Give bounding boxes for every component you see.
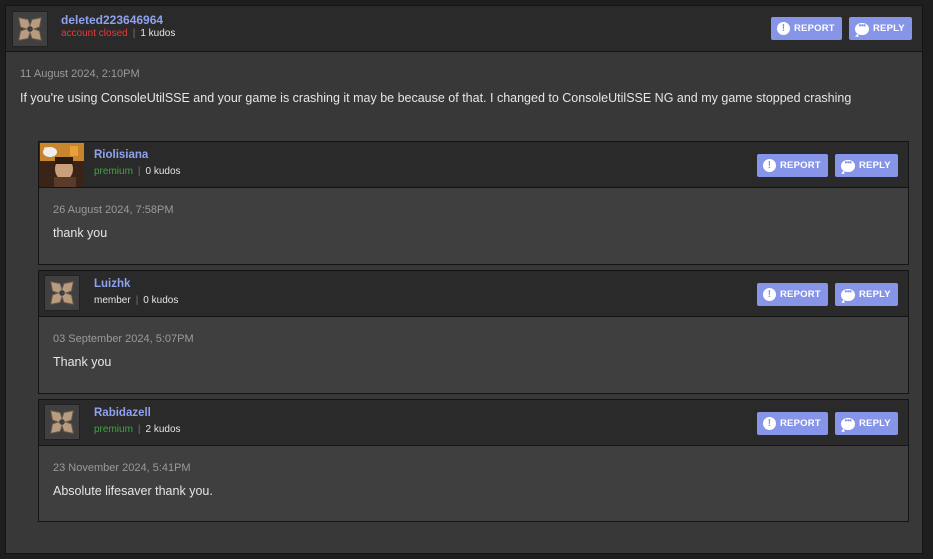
report-button[interactable]: ! REPORT [771, 17, 842, 40]
user-meta: member | 0 kudos [94, 295, 178, 306]
reply-date: 26 August 2024, 7:58PM [53, 204, 174, 216]
username-link[interactable]: Rabidazell [94, 407, 151, 419]
report-button[interactable]: ! REPORT [757, 283, 828, 306]
meta-separator: | [132, 28, 136, 39]
reply-date: 03 September 2024, 5:07PM [53, 333, 194, 345]
chat-bubble-icon [841, 158, 855, 172]
reply-comment: Riolisiana premium | 0 kudos ! REPORT REPL… [38, 141, 909, 265]
user-meta: premium | 2 kudos [94, 424, 181, 435]
chat-bubble-icon [841, 287, 855, 301]
kudos-count: 0 kudos [145, 166, 181, 177]
kudos-count: 0 kudos [143, 295, 179, 306]
reply-comment: Rabidazell premium | 2 kudos ! REPORT REPL… [38, 399, 909, 522]
report-button[interactable]: ! REPORT [757, 412, 828, 435]
reply-button[interactable]: REPLY [835, 154, 898, 177]
report-label: REPORT [794, 23, 835, 34]
meta-separator: | [137, 424, 141, 435]
report-label: REPORT [780, 418, 821, 429]
meta-separator: | [137, 166, 141, 177]
meta-separator: | [135, 295, 139, 306]
reply-body: thank you [53, 226, 108, 240]
account-status: member [94, 295, 131, 306]
reply-header: Luizhk member | 0 kudos ! REPORT REPLY [39, 271, 908, 317]
reply-date: 23 November 2024, 5:41PM [53, 462, 191, 474]
reply-header: Rabidazell premium | 2 kudos ! REPORT REPL… [39, 400, 908, 446]
reply-label: REPLY [873, 23, 905, 34]
post-body: If you're using ConsoleUtilSSE and your … [20, 91, 852, 105]
report-button[interactable]: ! REPORT [757, 154, 828, 177]
exclamation-icon: ! [763, 288, 776, 301]
account-status: premium [94, 424, 133, 435]
reply-comment: Luizhk member | 0 kudos ! REPORT REPLY 03 … [38, 270, 909, 394]
main-post-header: deleted223646964 account closed | 1 kudos … [6, 6, 922, 52]
username-link[interactable]: deleted223646964 [61, 13, 163, 27]
reply-button[interactable]: REPLY [835, 412, 898, 435]
reply-label: REPLY [859, 418, 891, 429]
reply-body: Thank you [53, 355, 112, 369]
exclamation-icon: ! [763, 417, 776, 430]
kudos-count: 2 kudos [145, 424, 181, 435]
kudos-count: 1 kudos [140, 28, 176, 39]
report-label: REPORT [780, 289, 821, 300]
default-avatar-icon[interactable] [12, 11, 48, 47]
chat-bubble-icon [841, 416, 855, 430]
reply-button[interactable]: REPLY [835, 283, 898, 306]
account-status: premium [94, 166, 133, 177]
post-date: 11 August 2024, 2:10PM [20, 68, 140, 80]
default-avatar-icon[interactable] [44, 275, 80, 311]
reply-header: Riolisiana premium | 0 kudos ! REPORT REPL… [39, 142, 908, 188]
comment-thread: deleted223646964 account closed | 1 kudos … [5, 5, 923, 554]
reply-button[interactable]: REPLY [849, 17, 912, 40]
chat-bubble-icon [855, 21, 869, 35]
reply-body: Absolute lifesaver thank you. [53, 484, 213, 498]
user-meta: account closed | 1 kudos [61, 28, 175, 39]
username-link[interactable]: Luizhk [94, 278, 130, 290]
reply-label: REPLY [859, 160, 891, 171]
default-avatar-icon[interactable] [44, 404, 80, 440]
report-label: REPORT [780, 160, 821, 171]
account-status: account closed [61, 28, 128, 39]
exclamation-icon: ! [777, 22, 790, 35]
reply-label: REPLY [859, 289, 891, 300]
user-meta: premium | 0 kudos [94, 166, 181, 177]
exclamation-icon: ! [763, 159, 776, 172]
username-link[interactable]: Riolisiana [94, 149, 148, 161]
photo-avatar-icon[interactable] [40, 143, 84, 187]
